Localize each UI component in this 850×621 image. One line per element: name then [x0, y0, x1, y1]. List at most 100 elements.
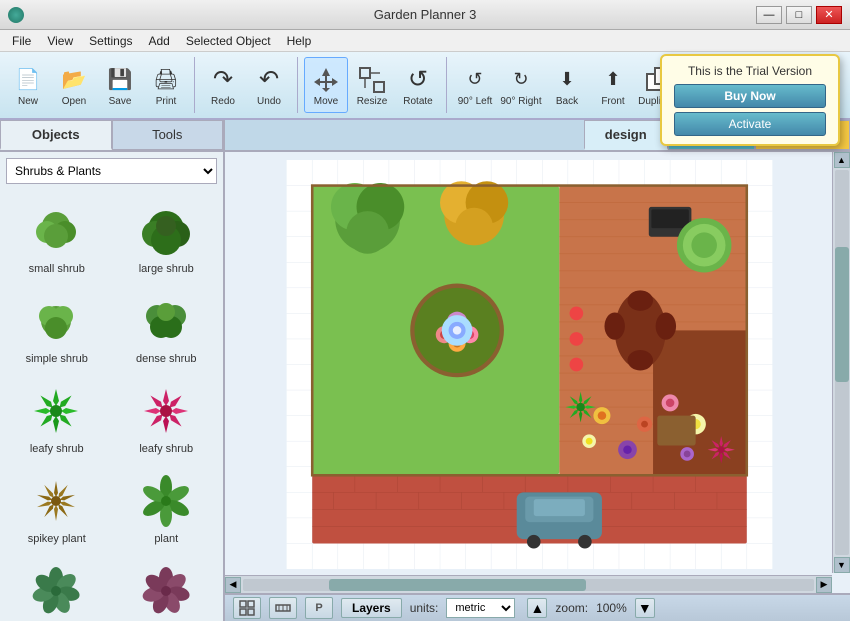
- redo-label: Redo: [211, 96, 235, 107]
- toolbar-history-group: ↷ Redo ↶ Undo: [201, 57, 298, 113]
- zoom-down-button[interactable]: ▼: [635, 598, 655, 618]
- leafy-shrub-green-label: leafy shrub: [30, 443, 84, 455]
- redo-button[interactable]: ↷ Redo: [201, 57, 245, 113]
- undo-button[interactable]: ↶ Undo: [247, 57, 291, 113]
- leafy-shrub-green-image: [27, 381, 87, 441]
- move-button[interactable]: Move: [304, 57, 348, 113]
- buy-now-button[interactable]: Buy Now: [674, 84, 826, 108]
- horizontal-scrollbar[interactable]: ◀ ▶: [225, 575, 832, 593]
- large-shrub-image: [136, 201, 196, 261]
- object-simple-shrub[interactable]: simple shrub: [4, 284, 110, 370]
- canvas-scroll: ▲ ▼ ◀ ▶: [225, 152, 850, 593]
- page-button[interactable]: P: [305, 597, 333, 619]
- front-label: Front: [601, 96, 624, 107]
- layers-button[interactable]: Layers: [341, 598, 402, 618]
- rotate-button[interactable]: ↺ Rotate: [396, 57, 440, 113]
- print-label: Print: [156, 96, 177, 107]
- menu-selected-object[interactable]: Selected Object: [178, 32, 279, 50]
- object-plant-rosette2[interactable]: plant: [114, 554, 220, 621]
- open-label: Open: [62, 96, 86, 107]
- rotate-right-button[interactable]: ↻ 90° Right: [499, 57, 543, 113]
- rotate-icon: ↺: [402, 64, 434, 96]
- measure-button[interactable]: [269, 597, 297, 619]
- window-controls: — □ ✕: [756, 6, 842, 24]
- move-icon: [310, 64, 342, 96]
- scroll-up-button[interactable]: ▲: [834, 152, 850, 168]
- close-button[interactable]: ✕: [816, 6, 842, 24]
- trial-popup: This is the Trial Version Buy Now Activa…: [660, 54, 840, 146]
- activate-button[interactable]: Activate: [674, 112, 826, 136]
- menu-view[interactable]: View: [39, 32, 81, 50]
- save-label: Save: [109, 96, 132, 107]
- open-button[interactable]: 📂 Open: [52, 57, 96, 113]
- plant-rosette2-image: [136, 561, 196, 621]
- maximize-button[interactable]: □: [786, 6, 812, 24]
- object-plant-rosette[interactable]: plant: [4, 554, 110, 621]
- rotate-right-label: 90° Right: [500, 96, 541, 107]
- menu-add[interactable]: Add: [141, 32, 178, 50]
- front-button[interactable]: ⬆ Front: [591, 57, 635, 113]
- tab-objects[interactable]: Objects: [0, 120, 112, 150]
- small-shrub-image: [27, 201, 87, 261]
- leafy-shrub-red-label: leafy shrub: [139, 443, 193, 455]
- units-select[interactable]: metric imperial: [446, 598, 515, 618]
- simple-shrub-label: simple shrub: [26, 353, 88, 365]
- back-label: Back: [556, 96, 578, 107]
- back-icon: ⬇: [551, 64, 583, 96]
- back-button[interactable]: ⬇ Back: [545, 57, 589, 113]
- object-dense-shrub[interactable]: dense shrub: [114, 284, 220, 370]
- undo-label: Undo: [257, 96, 281, 107]
- toolbar-transform-group: Move Resize ↺ Rotate: [304, 57, 447, 113]
- trial-message: This is the Trial Version: [674, 64, 826, 78]
- object-spikey-plant[interactable]: spikey plant: [4, 464, 110, 550]
- plant-green-label: plant: [154, 533, 178, 545]
- menu-help[interactable]: Help: [279, 32, 320, 50]
- menu-settings[interactable]: Settings: [81, 32, 140, 50]
- menubar: File View Settings Add Selected Object H…: [0, 30, 850, 52]
- save-button[interactable]: 💾 Save: [98, 57, 142, 113]
- right-panel: design preview notebook: [225, 120, 850, 621]
- app-icon: [8, 7, 24, 23]
- zoom-up-button[interactable]: ▲: [527, 598, 547, 618]
- vertical-scrollbar[interactable]: ▲ ▼: [832, 152, 850, 573]
- new-button[interactable]: 📄 New: [6, 57, 50, 113]
- object-leafy-shrub-green[interactable]: leafy shrub: [4, 374, 110, 460]
- window-title: Garden Planner 3: [0, 7, 850, 22]
- object-small-shrub[interactable]: small shrub: [4, 194, 110, 280]
- rotate-left-icon: ↺: [459, 64, 491, 96]
- dense-shrub-image: [136, 291, 196, 351]
- rotate-right-icon: ↻: [505, 64, 537, 96]
- dense-shrub-label: dense shrub: [136, 353, 197, 365]
- print-button[interactable]: 🖨 Print: [144, 57, 188, 113]
- rotate-left-button[interactable]: ↺ 90° Left: [453, 57, 497, 113]
- minimize-button[interactable]: —: [756, 6, 782, 24]
- rotate-label: Rotate: [403, 96, 432, 107]
- garden-canvas[interactable]: [233, 160, 826, 569]
- object-plant-green[interactable]: plant: [114, 464, 220, 550]
- scroll-down-button[interactable]: ▼: [834, 557, 850, 573]
- left-panel: Objects Tools Shrubs & Plants Trees Flow…: [0, 120, 225, 621]
- objects-grid: small shrub large shrub: [0, 190, 223, 621]
- tab-tools[interactable]: Tools: [112, 120, 224, 150]
- units-label: units:: [410, 601, 439, 615]
- rotate-left-label: 90° Left: [458, 96, 493, 107]
- large-shrub-label: large shrub: [139, 263, 194, 275]
- resize-button[interactable]: Resize: [350, 57, 394, 113]
- front-icon: ⬆: [597, 64, 629, 96]
- toolbar-file-group: 📄 New 📂 Open 💾 Save 🖨 Print: [6, 57, 195, 113]
- grid-view-button[interactable]: [233, 597, 261, 619]
- move-label: Move: [314, 96, 338, 107]
- main-area: Objects Tools Shrubs & Plants Trees Flow…: [0, 120, 850, 621]
- redo-icon: ↷: [207, 64, 239, 96]
- tab-design[interactable]: design: [584, 120, 668, 150]
- menu-file[interactable]: File: [4, 32, 39, 50]
- new-label: New: [18, 96, 38, 107]
- canvas-area: ▲ ▼ ◀ ▶: [225, 152, 850, 593]
- open-icon: 📂: [58, 64, 90, 96]
- scroll-right-button[interactable]: ▶: [816, 577, 832, 593]
- object-leafy-shrub-red[interactable]: leafy shrub: [114, 374, 220, 460]
- zoom-value: 100%: [596, 601, 627, 615]
- scroll-left-button[interactable]: ◀: [225, 577, 241, 593]
- category-select[interactable]: Shrubs & Plants Trees Flowers Vegetables…: [6, 158, 217, 184]
- object-large-shrub[interactable]: large shrub: [114, 194, 220, 280]
